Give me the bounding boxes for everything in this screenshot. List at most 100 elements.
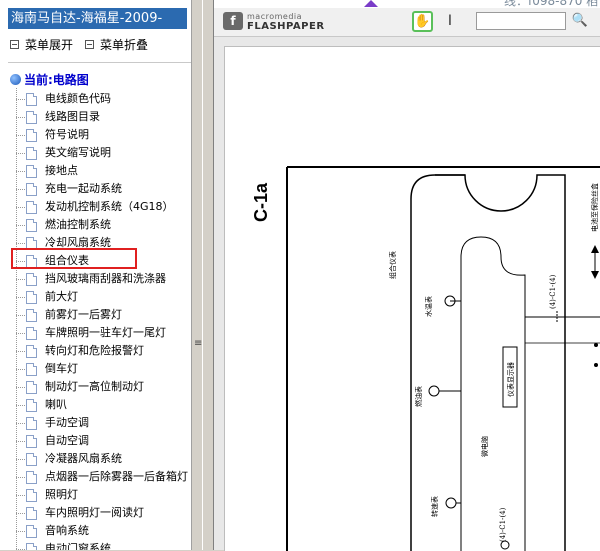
document-icon	[26, 327, 37, 340]
triangle-icon	[364, 0, 378, 7]
splitter-grip-icon: ≡	[194, 338, 203, 349]
tree-branch	[16, 153, 25, 154]
label-fuel: 燃油表	[414, 386, 423, 407]
document-page[interactable]: C-1a 组合仪表 水温表 燃油表 转速表 微电脑 仪表显示器 (4)-C1-(…	[224, 46, 600, 551]
document-icon	[26, 165, 37, 178]
tree-title: 海南马自达-海福星-2009-	[8, 8, 187, 29]
tree-branch	[16, 243, 25, 244]
tree-item-label: 自动空调	[45, 434, 89, 447]
tree-item-label: 燃油控制系统	[45, 218, 111, 231]
fuel-gauge	[428, 385, 440, 397]
document-icon	[26, 93, 37, 106]
tacho-gauge	[445, 497, 457, 509]
document-icon	[26, 399, 37, 412]
text-select-button[interactable]: I	[441, 11, 459, 32]
document-icon	[26, 201, 37, 214]
cluster-outline-left	[410, 174, 465, 551]
document-icon	[26, 291, 37, 304]
top-strip: 线：f098-870 稻	[214, 0, 600, 8]
expand-menu-button[interactable]: 菜单展开	[10, 37, 73, 53]
document-icon	[26, 489, 37, 502]
collapse-menu-label: 菜单折叠	[100, 38, 149, 52]
document-icon	[26, 507, 37, 520]
document-icon	[26, 453, 37, 466]
tree-item-label: 手动空调	[45, 416, 89, 429]
document-icon	[26, 273, 37, 286]
tree-item-label: 倒车灯	[45, 362, 78, 375]
tree-item-label: 英文缩写说明	[45, 146, 111, 159]
collapse-menu-button[interactable]: 菜单折叠	[85, 37, 148, 53]
tree-item-label: 线路图目录	[45, 110, 100, 123]
flashpaper-logo-icon: f	[223, 12, 243, 30]
search-button[interactable]: 🔍	[570, 12, 590, 30]
tree-item-label: 电线颜色代码	[45, 92, 111, 105]
tree-branch	[16, 423, 25, 424]
tree-item-label: 点烟器一后除雾器一后备箱灯	[45, 470, 188, 483]
expand-icon	[10, 40, 19, 49]
tree-item-label: 车内照明灯一阅读灯	[45, 506, 144, 519]
document-icon	[26, 417, 37, 430]
search-input[interactable]	[476, 12, 566, 30]
document-icon	[26, 363, 37, 376]
tree-item-label: 前大灯	[45, 290, 78, 303]
document-icon	[26, 111, 37, 124]
tree-item-label: 制动灯一高位制动灯	[45, 380, 144, 393]
globe-icon	[10, 74, 21, 85]
tree-branch	[16, 405, 25, 406]
tree-item-label: 转向灯和危险报警灯	[45, 344, 144, 357]
navigation-pane: 海南马自达-海福星-2009- 菜单展开 菜单折叠 当前:电路图 电线颜色代码线…	[0, 0, 191, 550]
hand-tool-button[interactable]: ✋	[412, 11, 433, 32]
tree-item-label: 发动机控制系统（4G18）	[45, 200, 174, 213]
document-icon	[26, 381, 37, 394]
top-strip-text: 线：f098-870 稻	[504, 0, 599, 8]
arrow-down-icon	[591, 271, 599, 279]
logo-flashpaper-text: FLASHPAPER	[247, 21, 325, 32]
tree-branch	[16, 279, 25, 280]
viewer-toolbar: f macromedia FLASHPAPER ✋ I 🔍	[214, 8, 600, 37]
document-icon	[26, 471, 37, 484]
tree-root-current[interactable]: 当前:电路图	[10, 72, 89, 88]
document-icon	[26, 183, 37, 196]
tree-item-label: 挡风玻璃雨刮器和洗涤器	[45, 272, 166, 285]
tree-connector	[16, 88, 17, 550]
label-cluster: 组合仪表	[388, 251, 397, 279]
tree-root-label: 当前:电路图	[24, 73, 89, 87]
document-icon	[26, 435, 37, 448]
logo-macromedia-text: macromedia	[247, 12, 303, 21]
label-connector: (4)-C1-(4)	[549, 274, 557, 309]
tree-branch	[16, 189, 25, 190]
label-tacho: 转速表	[430, 496, 439, 517]
document-icon	[26, 147, 37, 160]
tree-branch	[16, 459, 25, 460]
tree-item-label: 符号说明	[45, 128, 89, 141]
tree-branch	[16, 369, 25, 370]
tree-item-label: 冷凝器风扇系统	[45, 452, 122, 465]
tree-item-label: 前雾灯一后雾灯	[45, 308, 122, 321]
pane-splitter[interactable]: ≡	[191, 0, 203, 550]
tree-item-label: 充电一起动系统	[45, 182, 122, 195]
arrow-up-icon	[591, 245, 599, 253]
divider	[8, 62, 191, 63]
tree-branch	[16, 297, 25, 298]
selection-highlight	[11, 248, 137, 269]
tree-item-label: 电动门窗系统	[45, 542, 111, 550]
document-icon	[26, 309, 37, 322]
document-icon	[26, 525, 37, 538]
tree-branch	[16, 351, 25, 352]
tree-branch	[16, 441, 25, 442]
tree-item-label: 接地点	[45, 164, 78, 177]
page-code: C-1a	[251, 182, 271, 222]
tree-branch	[16, 315, 25, 316]
tree-branch	[16, 513, 25, 514]
tree-branch	[16, 135, 25, 136]
tree-branch	[16, 387, 25, 388]
search-icon: 🔍	[571, 13, 589, 28]
circuit-diagram: C-1a 组合仪表 水温表 燃油表 转速表 微电脑 仪表显示器 (4)-C1-(…	[251, 166, 600, 551]
tree-branch	[16, 117, 25, 118]
tree-branch	[16, 477, 25, 478]
tree-branch	[16, 531, 25, 532]
tree-branch	[16, 99, 25, 100]
flashpaper-viewer: 线：f098-870 稻 f macromedia FLASHPAPER ✋ I…	[214, 0, 600, 551]
label-connector-2: (4)-C1-(4)	[499, 507, 507, 542]
label-water-temp: 水温表	[424, 296, 433, 317]
